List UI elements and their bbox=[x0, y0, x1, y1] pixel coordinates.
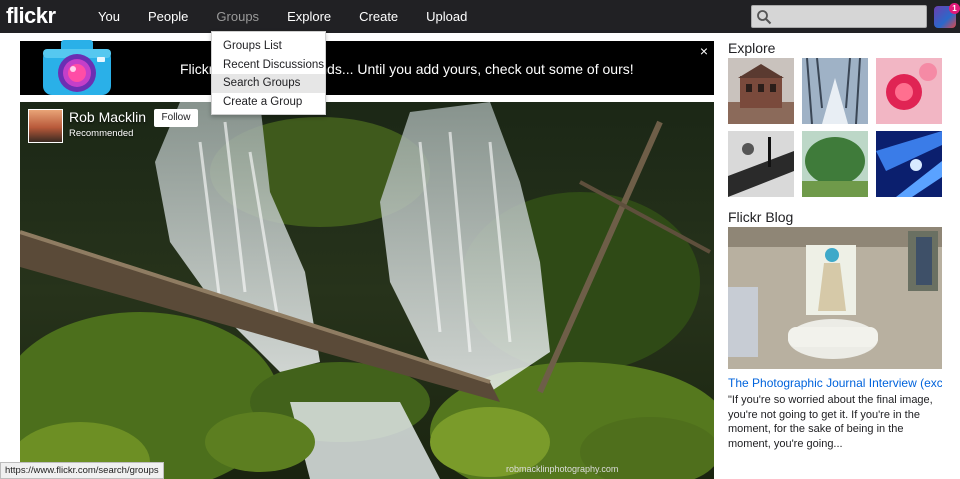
search-input[interactable] bbox=[776, 8, 924, 26]
blog-post-link[interactable]: The Photographic Journal Interview (exce… bbox=[728, 376, 942, 390]
nav-you[interactable]: You bbox=[84, 0, 134, 33]
flickr-logo[interactable]: flickr bbox=[6, 3, 56, 29]
menu-item-groups-list[interactable]: Groups List bbox=[212, 37, 325, 56]
explore-thumb-blue-abstract[interactable] bbox=[876, 131, 942, 197]
explore-thumb-green-tree[interactable] bbox=[802, 131, 868, 197]
nav-upload[interactable]: Upload bbox=[412, 0, 481, 33]
explore-thumb-bw-street[interactable] bbox=[728, 131, 794, 197]
nav-create[interactable]: Create bbox=[345, 0, 412, 33]
groups-dropdown-menu: Groups List Recent Discussions Search Gr… bbox=[211, 31, 326, 115]
search-icon[interactable] bbox=[756, 9, 772, 25]
camera-icon bbox=[43, 40, 111, 95]
explore-thumb-old-house[interactable] bbox=[728, 58, 794, 124]
featured-photo[interactable]: Rob Macklin Recommended Follow robmackli… bbox=[20, 102, 714, 479]
blog-post-excerpt: "If you're so worried about the final im… bbox=[728, 394, 933, 450]
flickr-home-page: flickr You People Groups Explore Create … bbox=[0, 0, 960, 479]
follow-button[interactable]: Follow bbox=[154, 109, 198, 127]
notification-badge[interactable]: 1 bbox=[949, 3, 960, 14]
nav-groups[interactable]: Groups bbox=[202, 0, 273, 33]
close-icon[interactable]: × bbox=[700, 43, 708, 59]
flickr-blog-heading[interactable]: Flickr Blog bbox=[728, 209, 793, 225]
waterfall-photo-image bbox=[20, 102, 714, 479]
explore-heading[interactable]: Explore bbox=[728, 40, 775, 56]
menu-item-recent-discussions[interactable]: Recent Discussions bbox=[212, 56, 325, 75]
owner-name[interactable]: Rob Macklin bbox=[69, 109, 146, 125]
explore-thumb-pink-flower[interactable] bbox=[876, 58, 942, 124]
search-box bbox=[751, 5, 927, 28]
browser-status-url: https://www.flickr.com/search/groups bbox=[0, 462, 164, 479]
blog-post-image[interactable] bbox=[728, 227, 942, 369]
menu-item-create-group[interactable]: Create a Group bbox=[212, 93, 325, 112]
main-nav: You People Groups Explore Create Upload bbox=[84, 0, 481, 33]
top-navigation-bar: flickr You People Groups Explore Create … bbox=[0, 0, 960, 33]
owner-avatar[interactable] bbox=[28, 109, 63, 143]
nav-people[interactable]: People bbox=[134, 0, 202, 33]
menu-item-search-groups[interactable]: Search Groups bbox=[212, 74, 325, 93]
photo-watermark: robmacklinphotography.com bbox=[506, 464, 619, 474]
owner-subtitle: Recommended bbox=[69, 128, 134, 139]
find-friends-banner: Flickr is better with friends... Until y… bbox=[20, 40, 714, 95]
nav-explore[interactable]: Explore bbox=[273, 0, 345, 33]
explore-thumb-snowy-forest[interactable] bbox=[802, 58, 868, 124]
